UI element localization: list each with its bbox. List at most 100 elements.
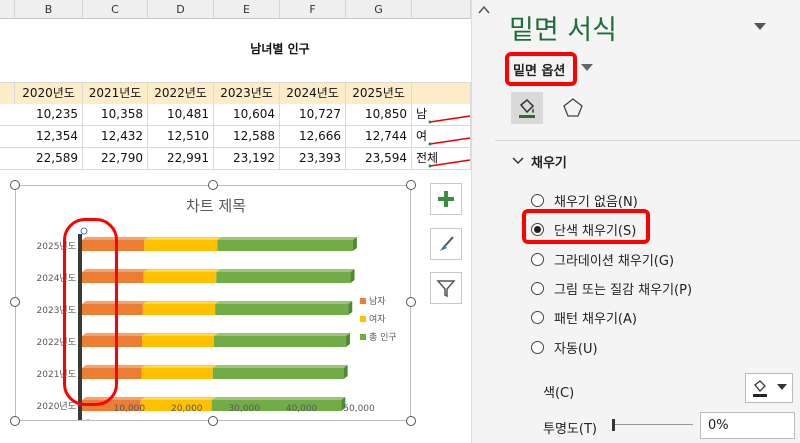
legend-label[interactable]: 여자 [369, 313, 386, 325]
resize-handle[interactable] [10, 180, 20, 190]
sheet-title[interactable]: 남녀별 인구 [220, 40, 340, 57]
resize-handle[interactable] [208, 180, 218, 190]
legend-swatch [360, 334, 366, 340]
options-dropdown-icon[interactable] [581, 64, 593, 72]
radio-automatic[interactable]: 자동(U) [531, 338, 598, 357]
legend-label[interactable]: 총 인구 [369, 332, 397, 343]
chart-filters-button[interactable] [430, 272, 462, 304]
bar-여자[interactable] [144, 240, 218, 251]
paint-bucket-icon [519, 98, 535, 118]
column-header-b[interactable]: B [15, 0, 83, 19]
radio-pattern-fill[interactable]: 패턴 채우기(A) [531, 308, 637, 327]
chart-styles-button[interactable] [430, 228, 462, 260]
radio-button[interactable] [531, 253, 544, 266]
effects-tab[interactable] [557, 92, 589, 124]
transparency-slider-track[interactable] [615, 424, 693, 425]
vertical-scrollbar[interactable] [471, 0, 495, 443]
legend-swatch [360, 298, 366, 304]
column-header-c[interactable]: C [83, 0, 148, 19]
radio-picture-fill[interactable]: 그림 또는 질감 채우기(P) [531, 279, 692, 298]
header-row: 2020년도 2021년도 2022년도 2023년도 2024년도 2025년… [0, 82, 471, 104]
data-cell[interactable]: 10,727 [280, 104, 346, 125]
data-cell[interactable]: 22,589 [15, 148, 83, 169]
header-cell[interactable]: 2020년도 [15, 83, 83, 104]
radio-button[interactable] [531, 282, 544, 295]
transparency-label: 투명도(T) [543, 422, 597, 437]
resize-handle[interactable] [406, 180, 416, 190]
x-tick-label: 40,000 [286, 404, 318, 414]
data-cell[interactable]: 22,790 [83, 148, 148, 169]
data-cell[interactable]: 10,481 [148, 104, 214, 125]
data-cell[interactable]: 10,358 [83, 104, 148, 125]
scroll-up-icon[interactable] [472, 0, 496, 20]
header-cell[interactable]: 2021년도 [83, 83, 148, 104]
header-cell[interactable]: 2024년도 [280, 83, 346, 104]
resize-handle[interactable] [406, 297, 416, 307]
chevron-down-icon[interactable] [512, 157, 524, 165]
bar-top [142, 301, 220, 304]
transparency-input[interactable]: 0% [700, 412, 795, 439]
data-cell[interactable]: 12,510 [148, 126, 214, 147]
column-header-g[interactable]: G [346, 0, 412, 19]
color-picker-button[interactable] [745, 373, 793, 403]
column-header-h[interactable] [412, 0, 471, 19]
header-cell-h[interactable] [412, 83, 471, 104]
table-row: 10,235 10,358 10,481 10,604 10,727 10,85… [0, 104, 471, 126]
header-cell[interactable]: 2022년도 [148, 83, 214, 104]
brush-icon [440, 236, 454, 251]
transparency-slider-thumb[interactable] [612, 419, 615, 431]
radio-button[interactable] [531, 311, 544, 324]
data-cell[interactable]: 12,666 [280, 126, 346, 147]
data-cell[interactable]: 23,393 [280, 148, 346, 169]
header-cell-a[interactable] [0, 83, 15, 104]
fill-line-tab[interactable] [511, 92, 543, 124]
chart-title[interactable]: 차트 제목 [186, 197, 246, 215]
data-cell[interactable]: 10,604 [214, 104, 280, 125]
data-cell[interactable]: 12,432 [83, 126, 148, 147]
data-cell[interactable]: 12,744 [346, 126, 412, 147]
column-header-e[interactable]: E [214, 0, 280, 19]
column-header-f[interactable]: F [280, 0, 346, 19]
resize-handle[interactable] [10, 297, 20, 307]
sparkline [428, 115, 471, 124]
x-tick-label: 30,000 [228, 404, 260, 414]
radio-button[interactable] [531, 341, 544, 354]
bar-top [213, 333, 350, 336]
radio-button[interactable] [531, 194, 544, 207]
chart-elements-button[interactable] [430, 183, 462, 215]
column-header-a[interactable] [0, 0, 15, 19]
data-cell[interactable]: 10,850 [346, 104, 412, 125]
bar-여자[interactable] [142, 336, 214, 347]
legend-label[interactable]: 남자 [369, 296, 386, 307]
data-cell[interactable]: 23,594 [346, 148, 412, 169]
data-cell[interactable]: 10,235 [15, 104, 83, 125]
resize-handle[interactable] [208, 416, 218, 426]
bar-top [216, 269, 355, 272]
bar-총 인구[interactable] [217, 240, 353, 251]
resize-handle[interactable] [10, 416, 20, 426]
resize-handle[interactable] [406, 416, 416, 426]
data-cell[interactable]: 12,354 [15, 126, 83, 147]
data-cell[interactable]: 12,588 [214, 126, 280, 147]
bar-여자[interactable] [142, 304, 216, 315]
filter-icon [436, 280, 456, 298]
radio-gradient-fill[interactable]: 그라데이션 채우기(G) [531, 250, 674, 269]
header-cell[interactable]: 2023년도 [214, 83, 280, 104]
bar-top [143, 269, 221, 272]
bar-총 인구[interactable] [216, 272, 351, 283]
fill-section-header[interactable]: 채우기 [531, 152, 567, 171]
bar-총 인구[interactable] [212, 368, 344, 379]
options-tab[interactable]: 밑면 옵션 [513, 60, 565, 79]
data-cell[interactable]: 22,991 [148, 148, 214, 169]
data-cell[interactable]: 23,192 [214, 148, 280, 169]
bar-여자[interactable] [143, 272, 217, 283]
pane-menu-icon[interactable] [753, 22, 767, 32]
bar-총 인구[interactable] [213, 336, 346, 347]
header-cell[interactable]: 2025년도 [346, 83, 412, 104]
radio-no-fill[interactable]: 채우기 없음(N) [531, 191, 638, 210]
sparkline [428, 137, 471, 146]
column-header-d[interactable]: D [148, 0, 214, 19]
bar-여자[interactable] [141, 368, 213, 379]
radio-label: 자동(U) [554, 342, 598, 357]
bar-총 인구[interactable] [215, 304, 349, 315]
